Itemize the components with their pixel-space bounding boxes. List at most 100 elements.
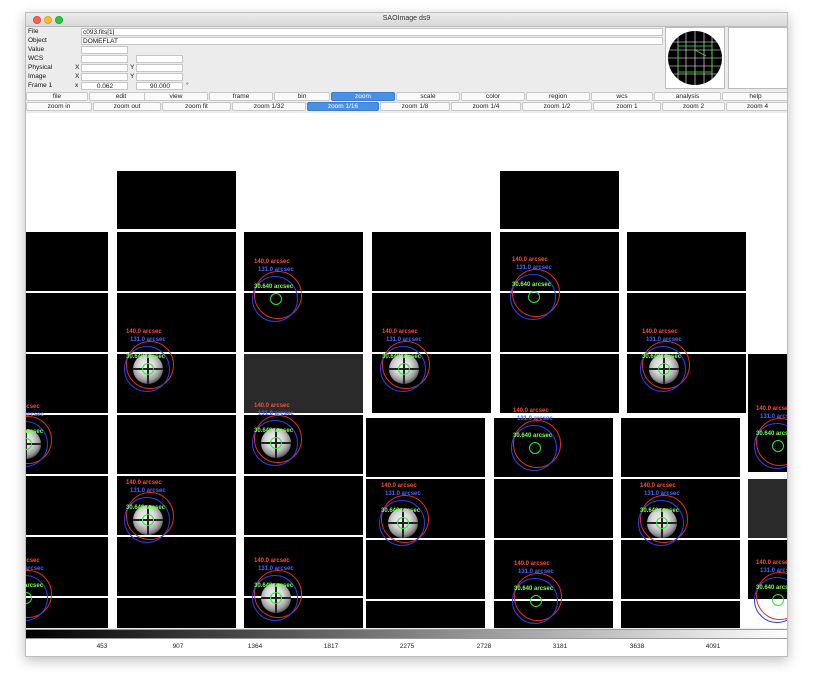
region-circle-green[interactable]: [529, 442, 541, 454]
region-circle-green[interactable]: [270, 592, 282, 604]
wcs-field: [81, 55, 128, 63]
zoom-1-2-button[interactable]: zoom 1/2: [522, 102, 592, 111]
zoom-1-8-button[interactable]: zoom 1/8: [380, 102, 450, 111]
region-label-red: 140.0 arcsec: [126, 480, 162, 486]
ccd-tile: [366, 418, 485, 477]
panner-view[interactable]: [665, 27, 725, 89]
ccd-tile: [621, 540, 740, 599]
region-circle-green[interactable]: [142, 363, 154, 375]
wcs-field-2: [136, 55, 183, 63]
region-circle-green[interactable]: [656, 517, 668, 529]
region-circle-green[interactable]: [397, 517, 409, 529]
zoom-out-button[interactable]: zoom out: [93, 102, 161, 111]
colorbar-tick-label: 1817: [323, 643, 339, 650]
image-y-field: [136, 73, 183, 81]
colorbar-ticks: 453 907 1364 1817 2275 2728 3181 3638 4091: [26, 639, 787, 656]
image-x-field: [81, 73, 128, 81]
title-bar[interactable]: SAOImage ds9: [26, 13, 787, 27]
region-label-blue: 131.0 arcsec: [760, 414, 787, 420]
ccd-tile: [500, 171, 619, 229]
region-circle-green[interactable]: [398, 363, 410, 375]
menu-region-button[interactable]: region: [526, 92, 590, 101]
menu-frame-button[interactable]: frame: [209, 92, 273, 101]
region-circle-green[interactable]: [658, 363, 670, 375]
region-circle-green[interactable]: [142, 514, 154, 526]
ccd-tile: [117, 537, 236, 596]
region-label-green: 30.640 arcsec: [254, 428, 294, 434]
zoom-fit-button[interactable]: zoom fit: [162, 102, 231, 111]
region-label-blue: 131.0 arcsec: [258, 411, 294, 417]
region-circle-green[interactable]: [772, 440, 784, 452]
colorbar-tick-label: 2275: [399, 643, 415, 650]
menu-zoom-button[interactable]: zoom: [331, 92, 395, 101]
region-circle-green[interactable]: [270, 293, 282, 305]
region-label-red: 140.0 arcsec: [756, 560, 787, 566]
menu-bin-button[interactable]: bin: [274, 92, 330, 101]
colorbar-tick-label: 2728: [476, 643, 492, 650]
zoom-4-button[interactable]: zoom 4: [726, 102, 787, 111]
menu-analysis-button[interactable]: analysis: [654, 92, 721, 101]
menu-scale-button[interactable]: scale: [396, 92, 460, 101]
menu-wcs-button[interactable]: wcs: [591, 92, 653, 101]
zoom-1-4-button[interactable]: zoom 1/4: [451, 102, 521, 111]
ccd-tile: [627, 232, 746, 291]
region-label-green: 30.640 arcsec: [640, 508, 680, 514]
file-label: File: [28, 28, 39, 35]
region-label-blue: 131.0 arcsec: [386, 337, 422, 343]
physical-y-field: [136, 64, 183, 72]
ccd-tile: [117, 415, 236, 474]
ccd-tile: [117, 232, 236, 291]
angle-field: 90.000: [136, 82, 183, 90]
menu-help-button[interactable]: help: [722, 92, 787, 101]
region-label-blue: 131.0 arcsec: [130, 337, 166, 343]
region-label-red: 140.0 arcsec: [26, 558, 40, 564]
region-label-green: 30.640 arcsec: [512, 282, 552, 288]
zoom-1-button[interactable]: zoom 1: [593, 102, 661, 111]
zoom-1-32-button[interactable]: zoom 1/32: [232, 102, 306, 111]
region-label-blue: 131.0 arcsec: [518, 569, 554, 575]
zoom-1-16-button[interactable]: zoom 1/16: [307, 102, 379, 111]
image-canvas[interactable]: 140.0 arcsec 131.0 arcsec 30.640 arcsec 140…: [26, 113, 787, 628]
image-label: Image: [28, 73, 47, 80]
ccd-tile: [366, 601, 485, 628]
region-label-green: 30.640 arcsec: [254, 583, 294, 589]
region-circle-green[interactable]: [530, 595, 542, 607]
menu-view-button[interactable]: view: [144, 92, 208, 101]
region-label-red: 140.0 arcsec: [513, 408, 549, 414]
physical-x-field: [81, 64, 128, 72]
region-label-red: 140.0 arcsec: [382, 329, 418, 335]
zoom-2-button[interactable]: zoom 2: [662, 102, 725, 111]
ccd-tile: [621, 601, 740, 628]
ccd-tile: [627, 293, 746, 352]
region-label-red: 140.0 arcsec: [512, 257, 548, 263]
value-field: [81, 46, 128, 54]
colorbar-tick-label: 453: [96, 643, 108, 650]
ccd-tile: [117, 598, 236, 628]
ccd-tile: [372, 293, 491, 352]
physical-x-axis: X: [75, 64, 80, 71]
value-label: Value: [28, 46, 45, 53]
region-label-green: 30.640 arcsec: [514, 586, 554, 592]
colorbar[interactable]: [26, 629, 787, 639]
menu-color-button[interactable]: color: [461, 92, 525, 101]
object-field: DOMEFLAT: [81, 37, 663, 45]
menu-file-button[interactable]: file: [26, 92, 88, 101]
window-title: SAOImage ds9: [382, 15, 431, 22]
ccd-tile: [366, 540, 485, 599]
ccd-tile: [500, 354, 619, 413]
zoom-in-button[interactable]: zoom in: [26, 102, 92, 111]
panner-thumbnail: [668, 30, 722, 86]
region-label-red: 140.0 arcsec: [254, 403, 290, 409]
region-label-red: 140.0 arcsec: [126, 329, 162, 335]
region-label-red: 140.0 arcsec: [640, 483, 676, 489]
region-circle-green[interactable]: [270, 437, 282, 449]
ccd-tile: [117, 171, 236, 229]
ccd-tile: [372, 232, 491, 291]
region-circle-green[interactable]: [528, 291, 540, 303]
ccd-tile: [26, 476, 108, 535]
region-label-green: 30.640 arcsec: [126, 354, 166, 360]
region-circle-green[interactable]: [772, 594, 784, 606]
ccd-tile: [748, 479, 787, 538]
physical-y-axis: Y: [130, 64, 135, 71]
ccd-tile: [26, 232, 108, 291]
